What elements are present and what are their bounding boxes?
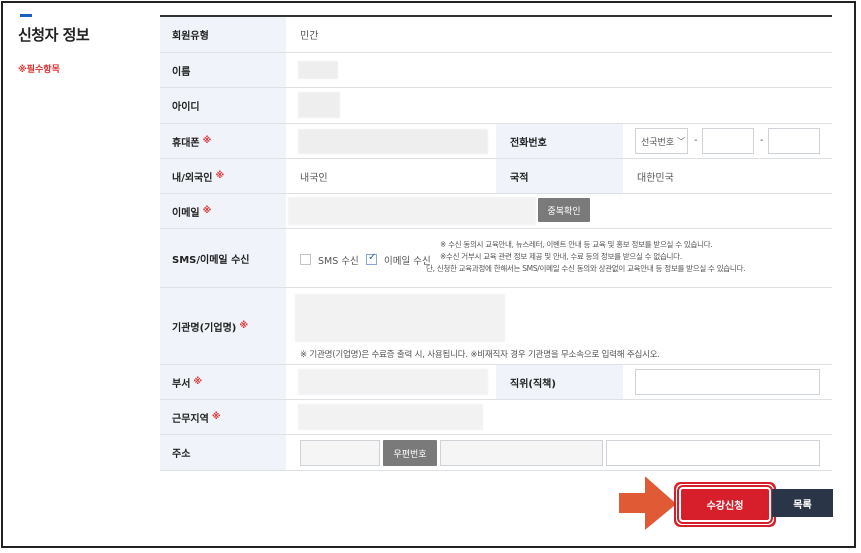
required-mark: ※ [211,412,221,422]
address-label: 주소 [160,435,286,470]
sms-email-note-2: ※수신 거부시 교육 관련 정보 제공 및 안내, 수료 등의 정보를 받으실 … [440,252,682,261]
row-name: 이름 [160,53,832,88]
row-phone: 휴대폰 ※ 전화번호 선국번호 ﹀ - - [160,124,832,159]
address-input[interactable] [440,440,603,466]
region-label: 근무지역 ※ [160,400,286,434]
applicant-form-table: 회원유형 민간 이름 아이디 휴대폰 ※ 전화번호 선국번호 ﹀ - - 내/외국… [160,15,832,471]
row-email: 이메일 ※ 중복확인 [160,194,832,229]
name-value-redacted [298,61,338,79]
list-button[interactable]: 목록 [772,489,833,517]
chevron-down-icon: ﹀ [677,136,686,146]
user-id-label: 아이디 [160,88,286,123]
dept-label: 부서 ※ [160,365,286,399]
check-icon: ✓ [368,252,377,263]
dept-input-redacted[interactable] [298,369,488,395]
zipcode-input[interactable] [300,440,380,466]
nationality-label: 국적 [496,159,623,193]
mobile-value-redacted [298,129,488,154]
email-checkbox-label: 이메일 수신 [384,256,431,267]
row-member-type: 회원유형 민간 [160,17,832,53]
zipcode-button[interactable]: 우편번호 [383,440,437,466]
name-label: 이름 [160,53,286,87]
phone-label: 전화번호 [496,124,623,158]
area-code-select[interactable]: 선국번호 ﹀ [635,128,688,154]
nationality-type-label: 내/외국인 ※ [160,159,286,193]
apply-button[interactable]: 수강신청 [677,485,773,524]
area-code-selected: 선국번호 [641,137,675,148]
sms-checkbox-label: SMS 수신 [318,256,359,267]
row-region: 근무지역 ※ [160,400,832,435]
phone-dash-1: - [694,135,698,146]
email-input-redacted[interactable] [288,197,536,225]
org-note: ※ 기관명(기업명)은 수료증 출력 시, 사용됩니다. ※비재직자 경우 기관… [300,350,660,360]
member-type-label: 회원유형 [160,17,286,52]
section-title: 신청자 정보 [18,26,90,44]
dup-check-button[interactable]: 중복확인 [538,198,590,222]
required-mark: ※ [202,206,212,216]
phone-last-input[interactable] [768,128,820,154]
user-id-value-redacted [298,92,340,118]
row-address: 주소 우편번호 [160,435,832,471]
phone-middle-input[interactable] [702,128,754,154]
required-mark: ※ [193,377,203,387]
position-label: 직위(직책) [496,365,623,399]
sms-email-label: SMS/이메일 수신 [160,229,286,287]
org-label: 기관명(기업명) ※ [160,288,286,364]
phone-dash-2: - [760,135,764,146]
org-input-redacted[interactable] [295,294,505,342]
row-dept: 부서 ※ 직위(직책) [160,365,832,400]
sms-checkbox[interactable] [300,254,311,265]
nationality-type-value: 내국인 [300,172,328,184]
region-select-redacted[interactable] [298,404,483,430]
position-input[interactable] [635,369,820,395]
arrow-right-icon [618,471,680,534]
address-detail-input[interactable] [606,440,820,466]
row-nationality: 내/외국인 ※ 내국인 국적 대한민국 [160,159,832,194]
required-mark: ※ [202,136,212,146]
mobile-label: 휴대폰 ※ [160,124,286,158]
nationality-value: 대한민국 [637,172,674,184]
email-label: 이메일 ※ [160,194,286,228]
sms-email-notes: ※ 수신 동의시 교육안내, 뉴스레터, 이벤트 안내 등 교육 및 홍보 정보… [426,239,830,275]
row-org: 기관명(기업명) ※ ※ 기관명(기업명)은 수료증 출력 시, 사용됩니다. ※… [160,288,832,365]
member-type-value: 민간 [300,31,319,42]
section-accent-bar [20,14,32,17]
row-user-id: 아이디 [160,88,832,124]
row-sms-email: SMS/이메일 수신 SMS 수신 ✓ 이메일 수신 ※ 수신 동의시 교육안내… [160,229,832,288]
required-note: ※필수항목 [18,65,60,75]
sms-email-note-3: 단, 신청한 교육과정에 한해서는 SMS/이메일 수신 동의와 상관없이 교육… [426,264,746,273]
sms-email-note-1: ※ 수신 동의시 교육안내, 뉴스레터, 이벤트 안내 등 교육 및 홍보 정보… [440,240,713,249]
required-mark: ※ [239,321,249,331]
email-checkbox[interactable]: ✓ [366,252,377,265]
required-mark: ※ [215,171,225,181]
